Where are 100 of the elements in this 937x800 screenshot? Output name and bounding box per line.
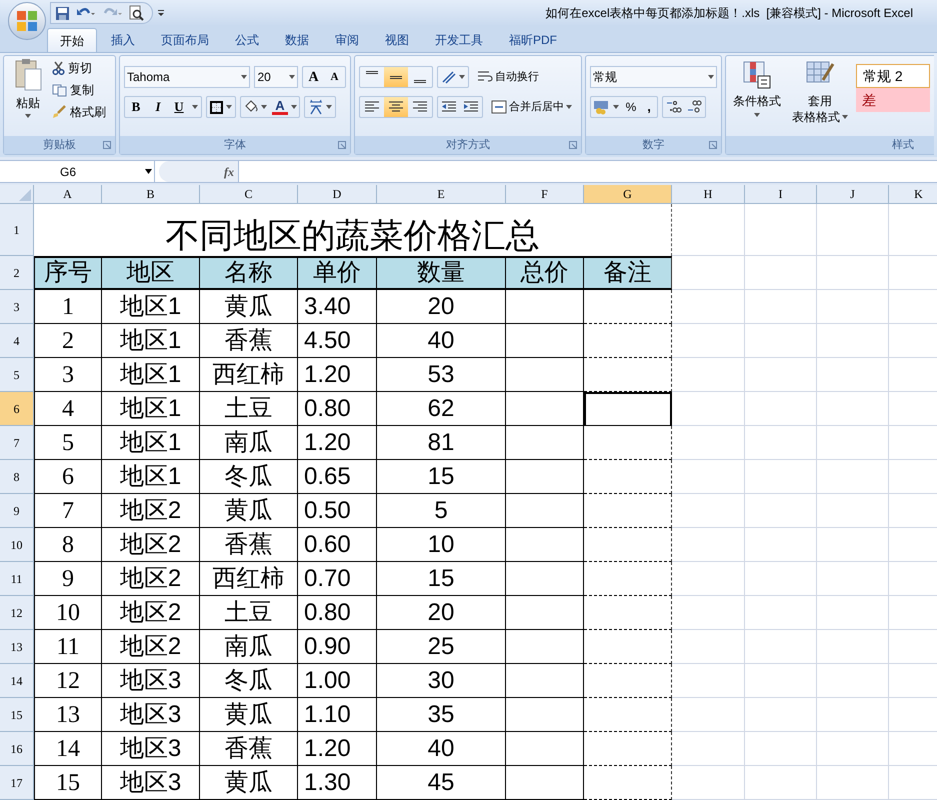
- caret-icon[interactable]: [291, 105, 297, 109]
- table-cell[interactable]: [584, 290, 672, 324]
- table-cell[interactable]: [584, 596, 672, 630]
- table-cell[interactable]: [506, 426, 584, 460]
- wrap-text-button[interactable]: 自动换行: [477, 66, 539, 88]
- dialog-launcher-icon[interactable]: [709, 141, 717, 149]
- grid-cell[interactable]: [745, 732, 817, 766]
- grid-cell[interactable]: [745, 460, 817, 494]
- grid-cell[interactable]: [672, 426, 745, 460]
- table-cell[interactable]: [506, 766, 584, 800]
- column-header[interactable]: A: [34, 185, 102, 204]
- row-header[interactable]: 3: [0, 290, 34, 324]
- paste-button[interactable]: 粘贴: [8, 58, 48, 136]
- select-all-icon[interactable]: [19, 189, 31, 201]
- border-button[interactable]: [206, 96, 236, 118]
- grid-cell[interactable]: [817, 324, 889, 358]
- column-header[interactable]: E: [377, 185, 506, 204]
- grid-cell[interactable]: [817, 698, 889, 732]
- grid-cell[interactable]: [672, 528, 745, 562]
- increase-indent-icon[interactable]: [463, 100, 479, 114]
- row-header[interactable]: 8: [0, 460, 34, 494]
- column-header[interactable]: B: [102, 185, 200, 204]
- grid-cell[interactable]: [745, 204, 817, 256]
- grid-cell[interactable]: [817, 256, 889, 290]
- ribbon-tab[interactable]: 视图: [373, 28, 421, 52]
- row-header[interactable]: 2: [0, 256, 34, 290]
- font-name-dropdown[interactable]: Tahoma: [124, 66, 250, 88]
- grid-cell[interactable]: [745, 256, 817, 290]
- table-cell[interactable]: [506, 358, 584, 392]
- row-header[interactable]: 16: [0, 732, 34, 766]
- grid-cell[interactable]: [745, 562, 817, 596]
- grid-cell[interactable]: [672, 358, 745, 392]
- column-header[interactable]: F: [506, 185, 584, 204]
- ribbon-tab[interactable]: 审阅: [323, 28, 371, 52]
- customize-toolbar-icon[interactable]: [157, 9, 165, 17]
- ribbon-tab[interactable]: 开始: [47, 28, 97, 52]
- grid-cell[interactable]: [672, 460, 745, 494]
- merge-center-button[interactable]: 合并后居中: [491, 96, 572, 118]
- number-format-dropdown[interactable]: 常规: [590, 66, 717, 88]
- grid-cell[interactable]: [745, 324, 817, 358]
- font-size-dropdown[interactable]: 20: [254, 66, 298, 88]
- grid-cell[interactable]: [672, 290, 745, 324]
- table-cell[interactable]: [584, 528, 672, 562]
- grid-cell[interactable]: [817, 290, 889, 324]
- table-cell[interactable]: [584, 562, 672, 596]
- grid-cell[interactable]: [745, 426, 817, 460]
- cut-button[interactable]: 剪切: [52, 58, 106, 78]
- grid-cell[interactable]: [672, 324, 745, 358]
- row-header[interactable]: 7: [0, 426, 34, 460]
- grid-cell[interactable]: [817, 528, 889, 562]
- cell-style-swatch[interactable]: 差: [856, 88, 930, 112]
- grow-font-button[interactable]: A: [303, 67, 324, 87]
- grid-cell[interactable]: [745, 290, 817, 324]
- grid-cell[interactable]: [672, 630, 745, 664]
- table-cell[interactable]: [584, 358, 672, 392]
- comma-button[interactable]: ,: [641, 97, 657, 117]
- row-header[interactable]: 15: [0, 698, 34, 732]
- row-header[interactable]: 11: [0, 562, 34, 596]
- underline-button[interactable]: U: [169, 97, 189, 117]
- cell-style-swatch[interactable]: 常规 2: [856, 64, 930, 88]
- phonetic-guide-button[interactable]: [304, 96, 336, 118]
- ribbon-tab[interactable]: 页面布局: [149, 28, 221, 52]
- table-cell[interactable]: [506, 324, 584, 358]
- format-as-table-button[interactable]: 套用 表格格式: [790, 60, 850, 136]
- grid-cell[interactable]: [672, 562, 745, 596]
- grid-cell[interactable]: [745, 392, 817, 426]
- italic-button[interactable]: I: [147, 97, 169, 117]
- grid-cell[interactable]: [745, 358, 817, 392]
- row-header[interactable]: 13: [0, 630, 34, 664]
- grid-cell[interactable]: [745, 664, 817, 698]
- grid-cell[interactable]: [672, 494, 745, 528]
- grid-cell[interactable]: [745, 698, 817, 732]
- grid-cell[interactable]: [817, 358, 889, 392]
- format-painter-button[interactable]: 格式刷: [52, 102, 106, 122]
- column-header[interactable]: C: [200, 185, 298, 204]
- table-cell[interactable]: [506, 596, 584, 630]
- grid-cell[interactable]: [672, 392, 745, 426]
- column-header[interactable]: G: [584, 185, 672, 204]
- table-cell[interactable]: [584, 664, 672, 698]
- column-header[interactable]: J: [817, 185, 889, 204]
- shrink-font-button[interactable]: A: [324, 67, 345, 87]
- conditional-formatting-button[interactable]: 条件格式: [730, 60, 784, 136]
- ribbon-tab[interactable]: 插入: [99, 28, 147, 52]
- grid-cell[interactable]: [672, 596, 745, 630]
- caret-icon[interactable]: [613, 105, 619, 109]
- table-cell[interactable]: [506, 562, 584, 596]
- table-cell[interactable]: [506, 290, 584, 324]
- row-header[interactable]: 4: [0, 324, 34, 358]
- table-cell[interactable]: [506, 698, 584, 732]
- dialog-launcher-icon[interactable]: [569, 141, 577, 149]
- ribbon-tab[interactable]: 福昕PDF: [497, 28, 569, 52]
- column-header[interactable]: K: [889, 185, 937, 204]
- grid-cell[interactable]: [745, 528, 817, 562]
- column-header[interactable]: D: [298, 185, 377, 204]
- table-cell[interactable]: [584, 460, 672, 494]
- row-header[interactable]: 1: [0, 204, 34, 256]
- grid-cell[interactable]: [817, 392, 889, 426]
- table-cell[interactable]: [584, 630, 672, 664]
- currency-icon[interactable]: [593, 99, 611, 115]
- grid-cell[interactable]: [817, 494, 889, 528]
